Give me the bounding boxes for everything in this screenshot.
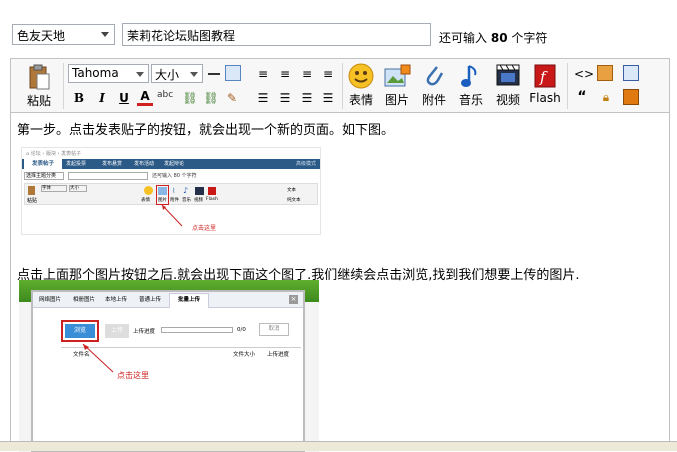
indent-icon[interactable]: ☰ [320,90,336,106]
bold-button[interactable]: B [71,90,87,106]
smiley-icon [348,63,374,89]
editor-toolbar: 粘贴 Tahoma 大小 ≡ ≡ ≡ ≡ B I U A abc ⛓ ⛓ ✎ ☰… [11,59,669,113]
font-size-select[interactable]: 大小 [151,64,203,83]
chevron-down-icon [101,32,109,37]
tutorial-image-post-editor: ⌂ 论坛 › 版块 › 发表帖子 发表帖子 发起投票 发布悬赏 发布活动 发起辩… [21,147,321,235]
separator [342,63,343,109]
outdent-icon[interactable]: ☰ [299,90,315,106]
italic-button[interactable]: I [94,90,110,106]
subject-input[interactable]: 茉莉花论坛贴图教程 [122,23,431,46]
image-label: 图片 [384,93,409,107]
spellcheck-button[interactable]: abc [157,87,173,103]
chevron-down-icon [136,72,144,77]
editor: 粘贴 Tahoma 大小 ≡ ≡ ≡ ≡ B I U A abc ⛓ ⛓ ✎ ☰… [10,58,670,452]
editor-content[interactable]: 第一步。点击发表贴子的按钮，就会出现一个新的页面。如下图。 ⌂ 论坛 › 版块 … [11,114,669,452]
paste-button[interactable]: 粘贴 [23,64,55,109]
free-icon[interactable] [597,65,613,81]
video-icon [496,64,520,86]
image-button[interactable]: 图片 [381,63,413,108]
mini-arrow [82,343,114,373]
paperclip-icon [426,66,444,86]
unlink-icon[interactable]: ⛓ [203,90,219,106]
status-bar [0,441,677,451]
flash-button[interactable]: f Flash [529,63,561,105]
music-note-icon [461,65,477,87]
ordered-list-icon[interactable]: ☰ [255,90,271,106]
font-size-value: 大小 [155,68,180,82]
video-button[interactable]: 视频 [492,63,524,108]
align-right-icon[interactable]: ≡ [299,66,315,82]
remain-counter: 还可输入 80 个字符 [439,31,548,45]
clear-format-icon[interactable]: ✎ [224,90,240,106]
align-justify-icon[interactable]: ≡ [320,66,336,82]
code-icon[interactable]: <> [574,66,594,82]
separator [63,63,64,109]
horizontal-rule-icon[interactable] [206,66,222,82]
paste-label: 粘贴 [26,94,51,108]
emoticon-button[interactable]: 表情 [344,63,378,108]
video-label: 视频 [495,93,520,107]
forum-select-value: 色友天地 [17,29,66,43]
align-left-icon[interactable]: ≡ [255,66,271,82]
mini-arrow [161,204,183,227]
flash-icon: f [534,64,556,88]
align-center-icon[interactable]: ≡ [277,66,293,82]
clipboard-icon [29,64,50,90]
image-icon [384,64,411,87]
remain-count: 80 [490,31,508,45]
link-icon[interactable]: ⛓ [182,90,198,106]
lock-icon[interactable]: 🔒︎ [598,89,614,105]
chevron-down-icon [190,72,198,77]
attachment-label: 附件 [421,93,446,107]
emoticon-label: 表情 [348,93,373,107]
step1-text: 第一步。点击发表贴子的按钮，就会出现一个新的页面。如下图。 [17,123,395,138]
font-family-value: Tahoma [72,66,119,80]
underline-button[interactable]: U [116,90,132,106]
music-label: 音乐 [458,93,483,107]
font-family-select[interactable]: Tahoma [68,64,149,83]
mini-dialog: 网络图片 相册图片 本地上传 普通上传 批量上传 × 浏览 上传 上传进度 0/… [31,290,305,452]
mini-hint: 点击这里 [117,371,149,380]
music-button[interactable]: 音乐 [455,63,487,108]
forum-select[interactable]: 色友天地 [12,24,115,45]
quote-button[interactable]: “ [574,89,590,105]
attachment-button[interactable]: 附件 [418,63,450,108]
separator [567,63,568,109]
mini-hint: 点击这里 [192,225,217,232]
font-color-button[interactable]: A [137,88,153,106]
post-header: 色友天地 茉莉花论坛贴图教程 还可输入 80 个字符 [0,0,677,58]
page-icon[interactable] [623,65,639,81]
flash-label: Flash [529,91,561,105]
hide-icon[interactable] [623,89,639,105]
table-icon[interactable] [225,65,241,81]
tutorial-image-upload-dialog: 网络图片 相册图片 本地上传 普通上传 批量上传 × 浏览 上传 上传进度 0/… [19,280,319,452]
spellcheck-label: abc [157,90,174,100]
unordered-list-icon[interactable]: ☰ [277,90,293,106]
